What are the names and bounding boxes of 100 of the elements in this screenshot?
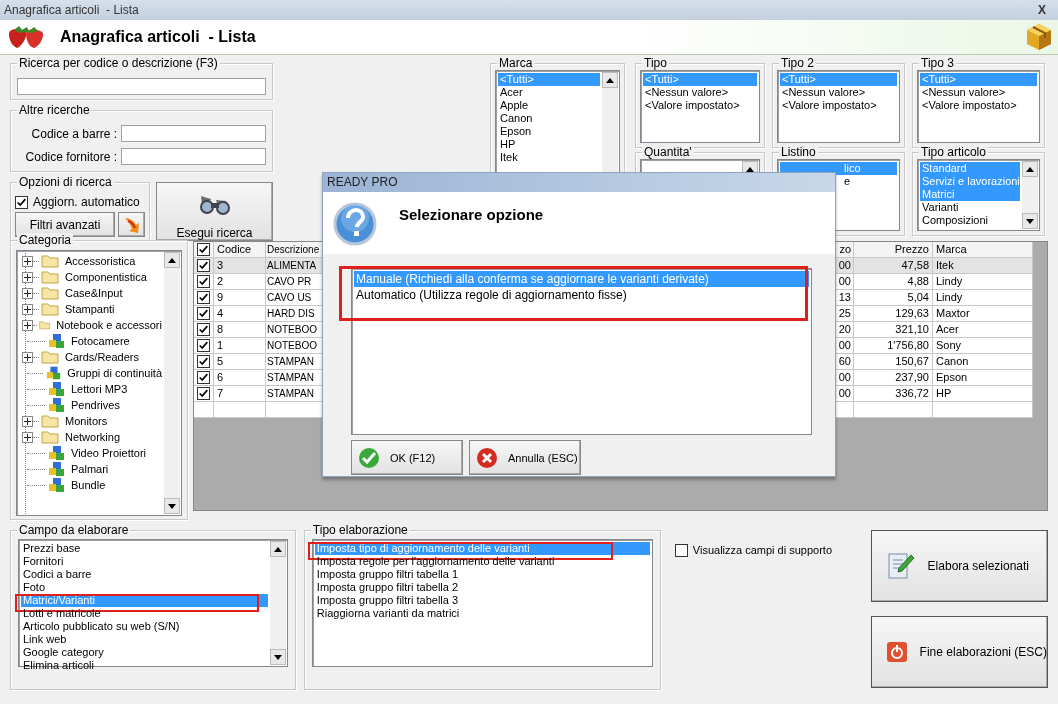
exit-button[interactable]: Fine elaborazioni (ESC) bbox=[870, 616, 1048, 688]
tree-item[interactable]: Componentistica bbox=[65, 271, 147, 283]
scrollbar[interactable] bbox=[269, 541, 286, 665]
list-item[interactable]: Imposta gruppo filtri tabella 3 bbox=[314, 594, 650, 607]
list-item[interactable]: Varianti bbox=[920, 201, 1020, 214]
group-label: Altre ricerche bbox=[17, 103, 92, 117]
tree-item[interactable]: Gruppi di continuità bbox=[67, 367, 162, 379]
list-item[interactable]: Imposta gruppo filtri tabella 2 bbox=[314, 581, 650, 594]
tree-item[interactable]: Notebook e accessori bbox=[56, 319, 162, 331]
checkbox[interactable] bbox=[197, 291, 210, 304]
column-header[interactable]: Codice bbox=[214, 242, 266, 258]
expand-icon[interactable] bbox=[22, 319, 33, 331]
list-item[interactable]: <Nessun valore> bbox=[643, 86, 757, 99]
scroll-up-icon[interactable] bbox=[273, 546, 282, 552]
scroll-down-icon[interactable] bbox=[168, 503, 176, 509]
scroll-up-icon[interactable] bbox=[606, 77, 614, 83]
checkbox[interactable] bbox=[197, 355, 210, 368]
cubes-icon bbox=[47, 477, 65, 493]
list-item[interactable]: HP bbox=[498, 138, 600, 151]
check-icon bbox=[358, 446, 380, 469]
list-item[interactable]: Composizioni bbox=[920, 214, 1020, 227]
checkbox[interactable] bbox=[197, 323, 210, 336]
column-header[interactable]: Prezzo bbox=[854, 242, 933, 258]
option-list[interactable] bbox=[311, 539, 653, 667]
input-field[interactable] bbox=[121, 125, 266, 142]
folder-icon bbox=[41, 270, 59, 284]
tree-item[interactable]: Monitors bbox=[65, 415, 108, 427]
list-item[interactable]: <Nessun valore> bbox=[920, 86, 1037, 99]
tree-item[interactable]: Cards/Readers bbox=[65, 351, 139, 363]
list-item[interactable]: Acer bbox=[498, 86, 600, 99]
tree-item[interactable]: Video Proiettori bbox=[71, 447, 146, 459]
checkbox[interactable] bbox=[197, 339, 210, 352]
ok-button[interactable]: OK (F12) bbox=[351, 440, 463, 475]
tree-item[interactable]: Fotocamere bbox=[71, 335, 130, 347]
close-button[interactable]: X bbox=[1030, 3, 1054, 17]
list-item[interactable]: Foto bbox=[21, 581, 268, 594]
list-item[interactable]: Link web bbox=[21, 633, 268, 646]
list-item[interactable]: <Valore impostato> bbox=[920, 99, 1037, 112]
tree-item[interactable]: Lettori MP3 bbox=[71, 383, 128, 395]
expand-icon[interactable] bbox=[22, 303, 33, 315]
checkbox[interactable] bbox=[674, 544, 688, 557]
scroll-up-icon[interactable] bbox=[1026, 166, 1034, 172]
checkbox[interactable] bbox=[197, 307, 210, 320]
expand-icon[interactable] bbox=[22, 431, 33, 443]
scrollbar[interactable] bbox=[164, 252, 180, 514]
checkbox[interactable] bbox=[197, 275, 210, 288]
filter-list[interactable]: <Tutti> <Nessun valore> <Valore impostato> bbox=[777, 70, 900, 143]
checkbox[interactable] bbox=[197, 243, 210, 256]
tree-item[interactable]: Stampanti bbox=[65, 303, 115, 315]
list-item[interactable]: Fornitori bbox=[21, 555, 268, 568]
list-item[interactable]: Itek bbox=[498, 151, 600, 164]
expand-icon[interactable] bbox=[22, 415, 33, 427]
group-label: Ricerca per codice o descrizione (F3) bbox=[17, 56, 220, 70]
category-tree[interactable]: Accessoristica Componentistica Case&Input Stampanti Notebook e accessori Fotocamere Cards/Readers Gruppi di continuità Lettori MP3 Pendrives Monitors Networking Video Proiettori Palmari Bundle bbox=[16, 250, 182, 516]
input-field[interactable] bbox=[121, 148, 266, 165]
expand-icon[interactable] bbox=[22, 271, 33, 283]
checkbox[interactable] bbox=[197, 371, 210, 384]
expand-icon[interactable] bbox=[22, 287, 33, 299]
tree-item[interactable]: Accessoristica bbox=[65, 255, 136, 267]
checkbox[interactable] bbox=[15, 195, 28, 209]
list-item[interactable]: Canon bbox=[498, 112, 600, 125]
scrollbar[interactable] bbox=[1022, 161, 1038, 229]
process-button[interactable]: Elabora selezionati bbox=[870, 530, 1048, 602]
group-label: Opzioni di ricerca bbox=[17, 175, 114, 189]
filter-list[interactable]: Standard Servizi e lavorazioni Matrici Varianti Composizioni bbox=[917, 159, 1040, 231]
list-item[interactable]: Riaggiorna varianti da matrici bbox=[314, 607, 650, 620]
scroll-down-icon[interactable] bbox=[273, 654, 282, 660]
checkbox[interactable] bbox=[197, 259, 210, 272]
tree-item[interactable]: Palmari bbox=[71, 463, 109, 475]
list-item[interactable]: <Valore impostato> bbox=[643, 99, 757, 112]
tree-item[interactable]: Bundle bbox=[71, 479, 106, 491]
list-item[interactable]: <Nessun valore> bbox=[780, 86, 897, 99]
group-label: Tipo 3 bbox=[919, 56, 956, 70]
expand-icon[interactable] bbox=[22, 255, 33, 267]
window-title: Anagrafica articoli - Lista bbox=[4, 3, 140, 17]
group-label: Marca bbox=[497, 56, 535, 70]
checkbox[interactable] bbox=[197, 387, 210, 400]
run-search-button[interactable]: Esegui ricerca bbox=[156, 182, 273, 241]
filter-action-button[interactable] bbox=[118, 212, 145, 237]
list-item[interactable]: Articolo pubblicato su web (S/N) bbox=[21, 620, 268, 633]
tree-item[interactable]: Case&Input bbox=[65, 287, 123, 299]
filter-list[interactable]: <Tutti> <Nessun valore> <Valore impostato> bbox=[917, 70, 1040, 143]
field-label: Codice a barre : bbox=[30, 126, 117, 141]
list-item[interactable]: Epson bbox=[498, 125, 600, 138]
scroll-up-icon[interactable] bbox=[168, 257, 176, 263]
scroll-down-icon[interactable] bbox=[1026, 218, 1034, 224]
expand-icon[interactable] bbox=[22, 351, 33, 363]
list-item[interactable]: Imposta gruppo filtri tabella 1 bbox=[314, 568, 650, 581]
list-item[interactable]: Apple bbox=[498, 99, 600, 112]
search-field[interactable] bbox=[17, 78, 266, 95]
list-item[interactable]: Google category bbox=[21, 646, 268, 659]
tree-item[interactable]: Networking bbox=[65, 431, 121, 443]
list-item[interactable]: Codici a barre bbox=[21, 568, 268, 581]
filter-list[interactable]: <Tutti> <Nessun valore> <Valore impostato> bbox=[640, 70, 760, 143]
folder-icon bbox=[41, 254, 59, 268]
tree-item[interactable]: Pendrives bbox=[71, 399, 120, 411]
list-item[interactable]: Prezzi base bbox=[21, 542, 268, 555]
cancel-button[interactable]: Annulla (ESC) bbox=[469, 440, 581, 475]
list-item[interactable]: <Valore impostato> bbox=[780, 99, 897, 112]
column-header[interactable]: Marca bbox=[933, 242, 1033, 258]
